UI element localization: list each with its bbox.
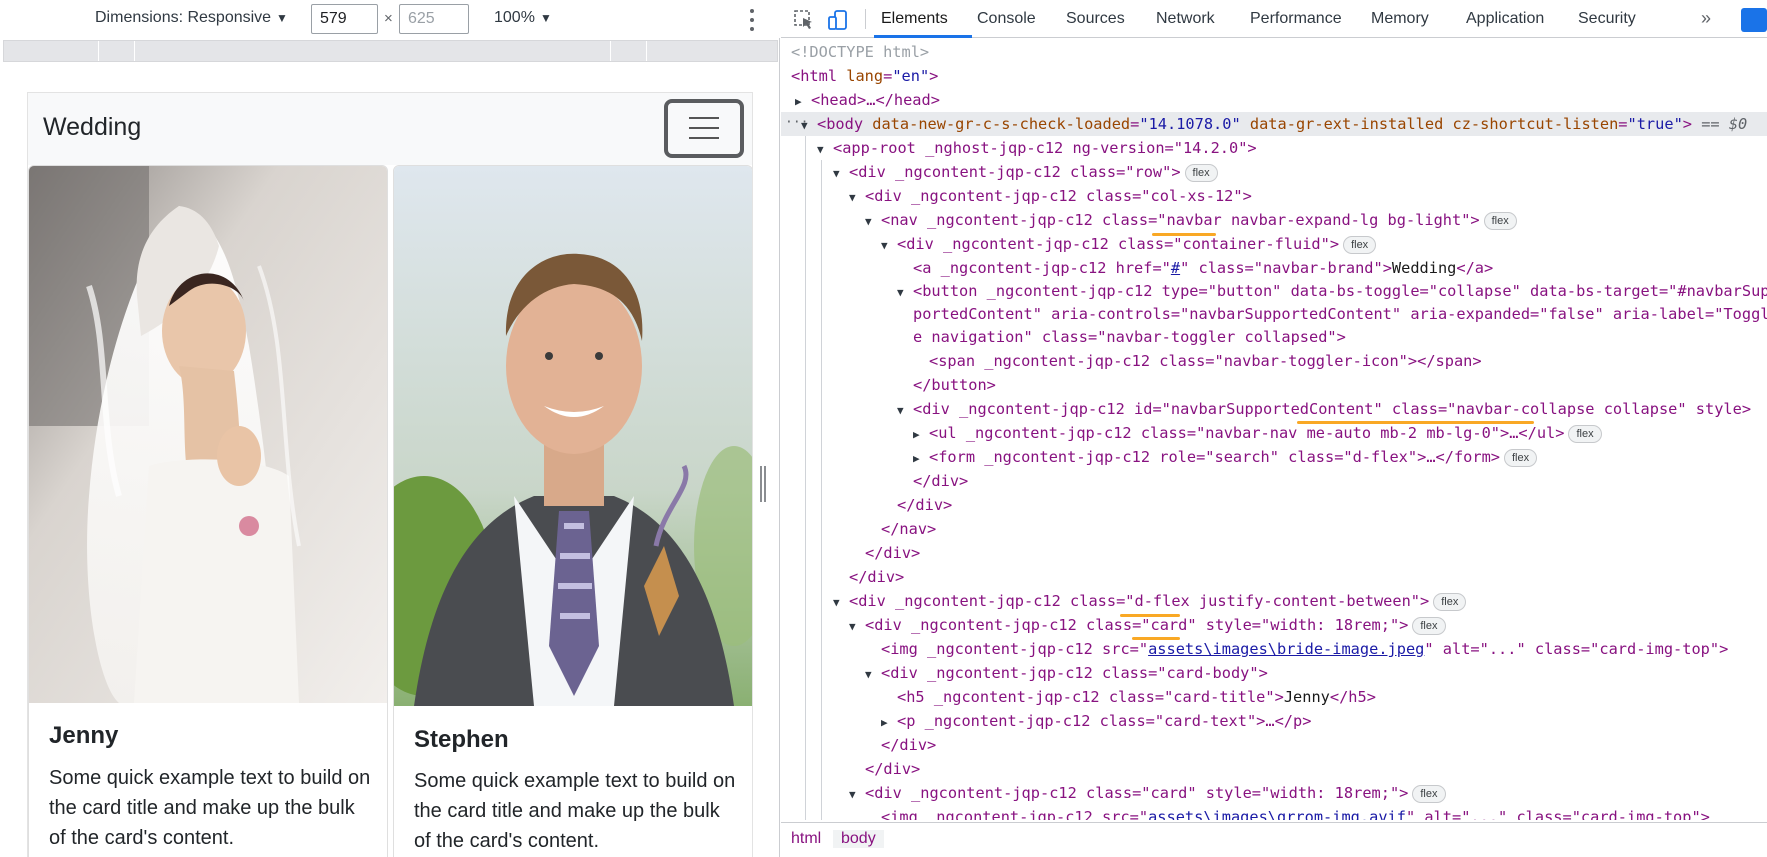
more-tabs-icon[interactable]: » [1701,8,1711,29]
dom-line-app-root[interactable]: ▼ <app-root _nghost-jqp-c12 ng-version="1… [817,136,1257,160]
dom-line-button[interactable]: ▼ <button _ngcontent-jqp-c12 type="button… [897,279,1767,303]
screen: Dimensions: Responsive ▼ 579 × 625 100% … [0,0,1767,857]
card: Jenny Some quick example text to build o… [28,165,388,857]
dom-tree: ··· <!DOCTYPE html> <html lang="en"> ▶ <h… [781,40,1767,820]
tab-network[interactable]: Network [1156,10,1215,28]
tab-application[interactable]: Application [1466,10,1544,28]
card-text: Some quick example text to build on the … [414,770,736,852]
page-navbar: Wedding [28,93,752,165]
dom-line-close[interactable]: </div> [881,733,936,757]
more-options-icon[interactable] [748,9,756,31]
dom-line-p[interactable]: ▶ <p _ngcontent-jqp-c12 class="card-text"… [881,709,1311,733]
dom-line-body[interactable]: ▼ <body data-new-gr-c-s-check-loaded="14.… [801,112,1747,136]
card-text: Some quick example text to build on the … [49,767,371,849]
tab-security[interactable]: Security [1578,10,1636,28]
device-toolbar-icon[interactable] [827,9,849,31]
card-row: Jenny Some quick example text to build o… [28,165,752,857]
tab-console[interactable]: Console [977,10,1036,28]
annotation-underline [1152,233,1216,236]
flex-badge[interactable]: flex [1568,424,1602,443]
flex-badge[interactable]: flex [1184,163,1218,182]
dom-line-ul[interactable]: ▶ <ul _ngcontent-jqp-c12 class="navbar-na… [913,421,1602,445]
inspect-element-icon[interactable] [793,9,815,31]
dom-line-button-cont2[interactable]: e navigation" class="navbar-toggler coll… [913,325,1346,349]
dom-line-div-flex[interactable]: ▼ <div _ngcontent-jqp-c12 class="d-flex j… [833,589,1467,613]
flex-badge[interactable]: flex [1504,448,1538,467]
hamburger-icon [689,117,719,139]
card: Stephen Some quick example text to build… [393,165,752,857]
breadcrumb: html body [781,822,1767,857]
flex-badge[interactable]: flex [1412,784,1446,803]
card-title: Stephen [414,726,509,753]
dom-line-h5[interactable]: <h5 _ngcontent-jqp-c12 class="card-title… [897,685,1376,709]
tab-elements[interactable]: Elements [881,10,948,28]
dom-line-close[interactable]: </div> [865,757,920,781]
groom-image [394,166,752,706]
flex-badge[interactable]: flex [1433,592,1467,611]
media-query-ruler[interactable] [3,40,778,62]
dom-line-close[interactable]: </nav> [881,517,936,541]
device-toolbar: Dimensions: Responsive ▼ 579 × 625 100% … [0,0,780,38]
card-title: Jenny [49,722,119,749]
bride-image [29,166,387,703]
dom-line-button-close[interactable]: </button> [913,373,996,397]
dom-line-container-fluid[interactable]: ▼ <div _ngcontent-jqp-c12 class="containe… [881,232,1377,256]
dom-line-close[interactable]: </div> [913,469,968,493]
flex-badge[interactable]: flex [1343,235,1377,254]
dimensions-dropdown-arrow-icon[interactable]: ▼ [276,11,288,25]
dom-line-card-body[interactable]: ▼ <div _ngcontent-jqp-c12 class="card-bod… [865,661,1268,685]
dom-line-close[interactable]: </div> [849,565,904,589]
flex-badge[interactable]: flex [1483,211,1517,230]
zoom-dropdown[interactable]: 100% [494,9,535,27]
devtools-tabbar: Elements Console Sources Network Perform… [781,0,1767,38]
breadcrumb-html[interactable]: html [791,830,821,848]
tab-performance[interactable]: Performance [1250,10,1342,28]
breadcrumb-body[interactable]: body [833,830,884,848]
dom-line-close[interactable]: </div> [897,493,952,517]
height-input[interactable]: 625 [399,4,469,34]
navbar-brand[interactable]: Wedding [43,113,141,142]
dom-line-span-icon[interactable]: <span _ngcontent-jqp-c12 class="navbar-t… [929,349,1482,373]
dom-line-img[interactable]: <img _ngcontent-jqp-c12 src="assets\imag… [881,637,1728,661]
dimensions-times-sign: × [384,10,393,27]
dom-line-head[interactable]: ▶ <head>…</head> [795,88,940,112]
dimensions-dropdown[interactable]: Dimensions: Responsive [95,9,271,27]
width-input[interactable]: 579 [311,4,378,34]
dom-line-navbar-brand[interactable]: <a _ngcontent-jqp-c12 href="#" class="na… [913,256,1493,280]
dom-line-img[interactable]: <img _ngcontent-jqp-c12 src="assets\imag… [881,805,1710,820]
dom-line-div-row[interactable]: ▼ <div _ngcontent-jqp-c12 class="row"> fle… [833,160,1218,184]
dom-line-html[interactable]: <html lang="en"> [791,64,938,88]
dom-line-div-card[interactable]: ▼ <div _ngcontent-jqp-c12 class="card" st… [849,781,1446,805]
dom-line-div-col[interactable]: ▼ <div _ngcontent-jqp-c12 class="col-xs-1… [849,184,1252,208]
navbar-toggler-button[interactable] [664,99,744,158]
dom-line-div-collapse[interactable]: ▼ <div _ngcontent-jqp-c12 id="navbarSuppo… [897,397,1751,421]
tab-sources[interactable]: Sources [1066,10,1125,28]
dom-line-doctype[interactable]: <!DOCTYPE html> [791,40,929,64]
annotation-underline [1132,637,1180,640]
dom-line-close[interactable]: </div> [865,541,920,565]
tab-memory[interactable]: Memory [1371,10,1429,28]
dom-line-button-cont[interactable]: portedContent" aria-controls="navbarSupp… [913,302,1767,326]
device-emulation-pane: Dimensions: Responsive ▼ 579 × 625 100% … [0,0,780,857]
dom-line-nav[interactable]: ▼ <nav _ngcontent-jqp-c12 class="navbar n… [865,208,1517,232]
resize-handle-icon[interactable] [760,466,766,502]
issues-icon[interactable] [1741,8,1767,32]
dom-line-form[interactable]: ▶ <form _ngcontent-jqp-c12 role="search" … [913,445,1538,469]
annotation-underline [1297,421,1534,424]
active-tab-indicator [874,35,972,38]
devtools-panel: Elements Console Sources Network Perform… [781,0,1767,857]
zoom-dropdown-arrow-icon[interactable]: ▼ [540,11,552,25]
toolbar-separator [865,9,866,29]
flex-badge[interactable]: flex [1412,616,1446,635]
emulated-viewport: Wedding Jenny Some quick example text to… [27,92,753,857]
annotation-underline [1120,614,1180,617]
